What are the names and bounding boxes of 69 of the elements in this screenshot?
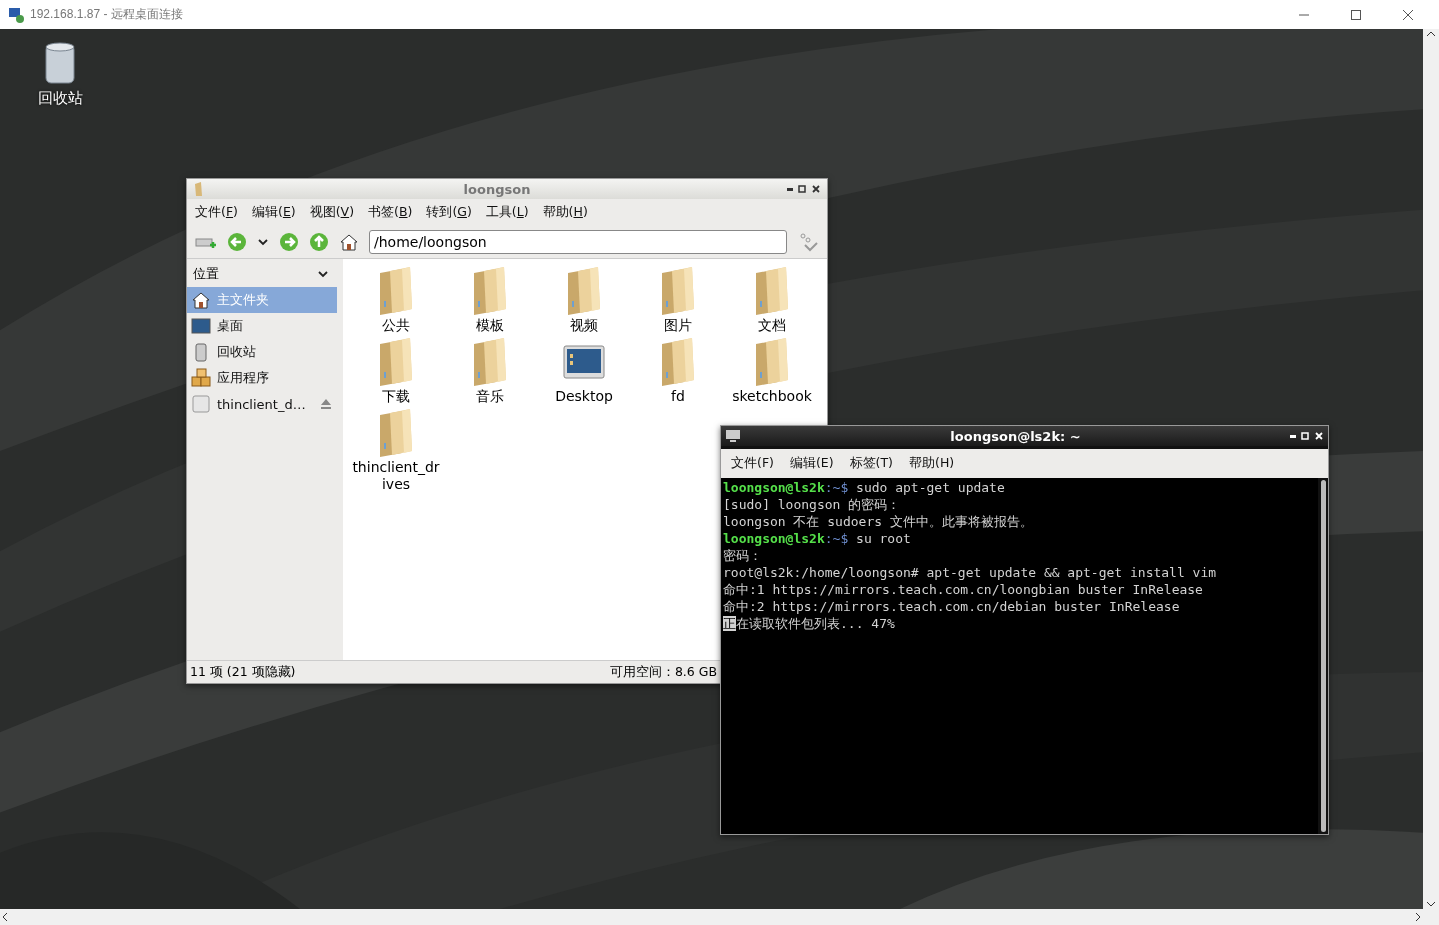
- chevron-down-icon: [257, 236, 269, 248]
- file-item[interactable]: sketchbook: [725, 336, 819, 405]
- boxes-icon: [191, 368, 211, 388]
- maximize-icon: [1351, 9, 1361, 20]
- file-item[interactable]: thinclient_drives: [349, 407, 443, 493]
- scroll-down-icon: [1426, 899, 1436, 909]
- menu-item[interactable]: 编辑(E): [252, 204, 296, 221]
- menu-item[interactable]: 标签(T): [849, 455, 893, 472]
- file-item[interactable]: fd: [631, 336, 725, 405]
- window-title: loongson@ls2k: ~: [949, 428, 1082, 444]
- file-item[interactable]: 音乐: [443, 336, 537, 405]
- terminal-line: root@ls2k:/home/loongson# apt-get update && apt-get install vim: [723, 564, 1218, 581]
- home-icon: [191, 290, 211, 310]
- file-item[interactable]: 文档: [725, 265, 819, 334]
- places-heading: 位置: [193, 265, 219, 283]
- scroll-left-icon: [0, 912, 10, 922]
- monitor-icon: [191, 316, 211, 336]
- file-item[interactable]: 公共: [349, 265, 443, 334]
- terminal-line: loongson@ls2k:~$ su root: [723, 530, 912, 547]
- terminal-line: 密码：: [723, 547, 763, 564]
- terminal-line: 命中:1 https://mirrors.teach.com.cn/loongbian buster InRelease: [723, 581, 1204, 598]
- free-space: 可用空间：8.6 GB: [609, 663, 717, 681]
- scroll-up-icon: [1426, 29, 1436, 39]
- menu-item[interactable]: 帮助(H): [909, 455, 955, 472]
- terminal-line: 命中:2 https://mirrors.teach.com.cn/debian buster InRelease: [723, 598, 1181, 615]
- item-count: 11 项 (21 项隐藏): [190, 663, 296, 681]
- close-icon: [1314, 431, 1324, 441]
- desktop-icon[interactable]: 回收站: [30, 41, 90, 108]
- terminal-icon: [725, 429, 741, 443]
- menu-item[interactable]: 视图(V): [309, 204, 354, 221]
- scroll-right-icon: [1413, 912, 1423, 922]
- minimize-icon: [787, 187, 793, 191]
- file-item[interactable]: 模板: [443, 265, 537, 334]
- eject-icon: [319, 398, 333, 410]
- terminal-line: [sudo] loongson 的密码：: [723, 496, 902, 513]
- menu-item[interactable]: 文件(F): [195, 204, 238, 221]
- sidebar-item[interactable]: thinclient_d…: [187, 391, 337, 417]
- window-title: loongson: [462, 181, 532, 197]
- menu-item[interactable]: 书签(B): [368, 204, 413, 221]
- remote-desktop-icon: [8, 6, 24, 23]
- file-item[interactable]: 图片: [631, 265, 725, 334]
- maximize-icon: [797, 184, 807, 194]
- minimize-icon: [1290, 434, 1296, 438]
- scrollbar-thumb[interactable]: [1320, 480, 1326, 832]
- drive-icon: [191, 394, 211, 414]
- menu-item[interactable]: 编辑(E): [789, 455, 834, 472]
- terminal-line: loongson@ls2k:~$ sudo apt-get update: [723, 479, 1006, 496]
- window-title: 192.168.1.87 - 远程桌面连接: [30, 6, 183, 23]
- location-field[interactable]: /home/loongson: [369, 230, 787, 254]
- trash-icon: [44, 41, 76, 85]
- menu-item[interactable]: 转到(G): [426, 204, 472, 221]
- menu-item[interactable]: 工具(L): [485, 204, 529, 221]
- menu-item[interactable]: 帮助(H): [542, 204, 588, 221]
- close-icon: [811, 184, 821, 194]
- chevron-down-icon: [317, 268, 329, 280]
- file-item[interactable]: 视频: [537, 265, 631, 334]
- sidebar-item[interactable]: 回收站: [187, 339, 337, 365]
- close-icon: [1403, 9, 1413, 20]
- sidebar-item[interactable]: 应用程序: [187, 365, 337, 391]
- terminal-line: 正在读取软件包列表... 47%: [723, 615, 896, 632]
- menu-item[interactable]: 文件(F): [731, 455, 774, 472]
- sidebar-item[interactable]: 桌面: [187, 313, 337, 339]
- desktop-icon-label: 回收站: [37, 89, 83, 108]
- home-icon: [339, 232, 359, 252]
- file-item[interactable]: 下载: [349, 336, 443, 405]
- file-item[interactable]: Desktop: [537, 336, 631, 405]
- terminal-line: loongson 不在 sudoers 文件中。此事将被报告。: [723, 513, 1034, 530]
- maximize-icon: [1300, 431, 1310, 441]
- go-icon: [797, 231, 819, 253]
